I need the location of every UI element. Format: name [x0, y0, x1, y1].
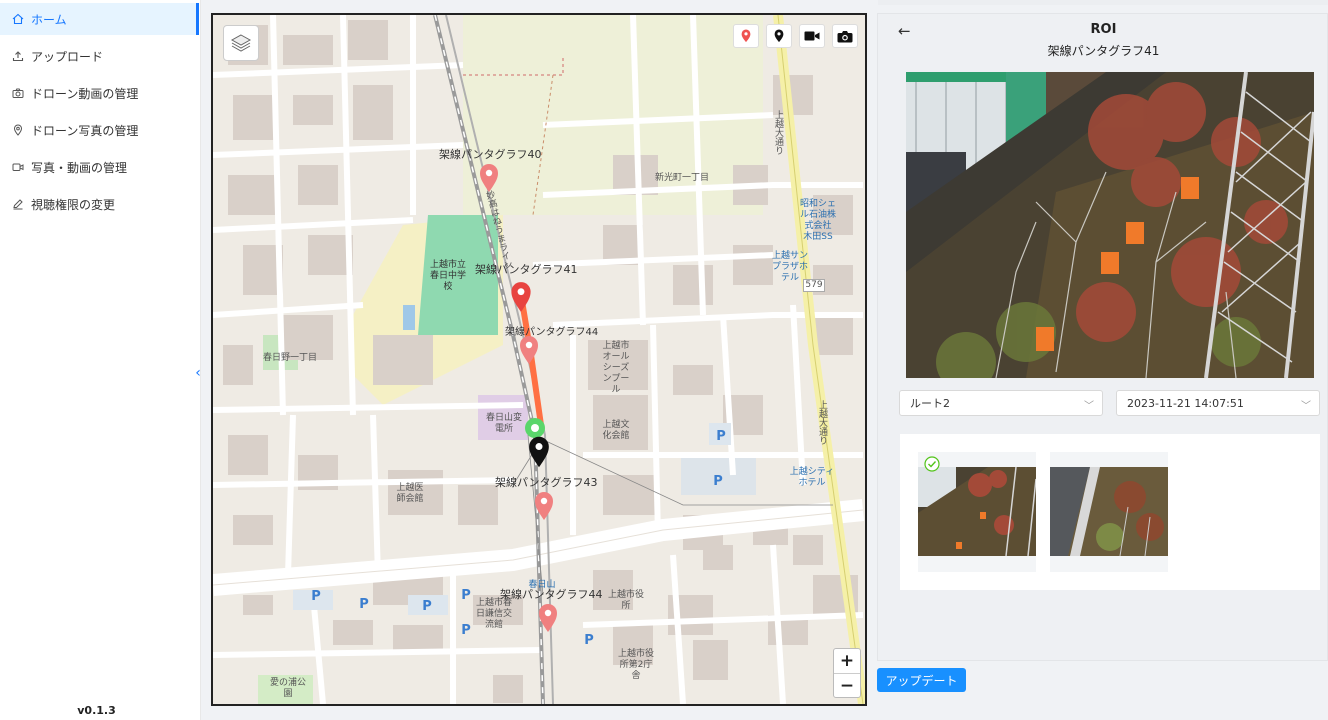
zoom-in-button[interactable]: +: [834, 649, 860, 673]
current-location-button[interactable]: [766, 24, 792, 48]
camera-icon: [837, 30, 853, 42]
zoom-out-button[interactable]: −: [834, 673, 860, 697]
sidebar-item-label: ホーム: [31, 12, 67, 27]
roi-photo: [906, 72, 1314, 378]
marker-pin-40[interactable]: [478, 163, 500, 193]
sidebar-item-home[interactable]: ホーム: [0, 3, 199, 35]
sidebar-item-upload[interactable]: アップロード: [0, 40, 199, 72]
datetime-select[interactable]: 2023-11-21 14:07:51 ﹀: [1116, 390, 1320, 416]
location-icon: [11, 123, 25, 137]
place-label: 上越医 師会館: [396, 483, 424, 504]
sidebar-item-label: ドローン写真の管理: [31, 123, 139, 138]
thumbnail-item[interactable]: [1050, 452, 1168, 572]
parking-icon: P: [359, 596, 369, 612]
place-label: 昭和シェ ル石油株 式会社 木田SS: [799, 199, 836, 242]
chevron-down-icon: ﹀: [1084, 401, 1094, 412]
parking-icon: P: [713, 473, 723, 489]
place-label: 上越市立 春日中学 校: [429, 260, 466, 292]
layers-button[interactable]: [223, 25, 259, 61]
update-button[interactable]: アップデート: [877, 668, 966, 692]
route-select[interactable]: ルート2 ﹀: [899, 390, 1103, 416]
station-label: 春日山: [528, 580, 556, 590]
chevron-down-icon: ﹀: [1301, 401, 1311, 412]
current-position-marker[interactable]: [527, 435, 551, 469]
place-label: 上越市役 所: [607, 590, 644, 611]
sidebar-item-drone-video[interactable]: ドローン動画の管理: [0, 77, 199, 109]
edit-icon: [11, 197, 25, 211]
chevron-left-icon: ‹: [195, 365, 201, 381]
map-view[interactable]: 架線パンタグラフ41 架線パンタグラフ40 架線パンタグラフ43 架線パンタグラ…: [211, 13, 867, 706]
place-label: 上越市 オール シーズ ンプー ル: [602, 341, 630, 395]
roi-panel: ← ROI 架線パンタグラフ41 ルート2 ﹀ 2023-11-21 14:07…: [877, 13, 1328, 661]
avenue-label: 上越大通り: [817, 400, 827, 445]
place-label: 上越シティ ホテル: [789, 467, 835, 488]
parking-icon: P: [311, 588, 321, 604]
marker-pin-43[interactable]: [533, 491, 555, 521]
camera-icon: [11, 86, 25, 100]
marker-label: 架線パンタグラフ41: [475, 263, 578, 276]
place-label: 愛の浦公 園: [269, 678, 306, 699]
check-circle-icon: [924, 456, 940, 472]
marker-label: 架線パンタグラフ43: [495, 476, 598, 489]
place-label: 上越市役 所第2庁 舎: [617, 649, 654, 681]
parking-icon: P: [584, 632, 594, 648]
parking-icon: P: [461, 622, 471, 638]
upload-icon: [11, 49, 25, 63]
version-label: v0.1.3: [77, 704, 116, 717]
place-label: 新光町一丁目: [655, 173, 710, 183]
thumbnail-image: [1050, 467, 1168, 556]
video-camera-icon: [804, 31, 820, 41]
sidebar-item-label: アップロード: [31, 49, 104, 64]
location-pin-red-icon: [741, 29, 751, 43]
home-icon: [11, 12, 25, 26]
route-select-value: ルート2: [910, 397, 950, 410]
sidebar-item-label: 視聴権限の変更: [31, 197, 116, 212]
parking-icon: P: [461, 587, 471, 603]
zoom-control: + −: [833, 648, 861, 698]
place-label: 上越文 化会館: [602, 420, 630, 441]
place-label: 春日山変 電所: [485, 413, 522, 434]
video-button[interactable]: [799, 24, 825, 48]
sidebar-item-permissions[interactable]: 視聴権限の変更: [0, 188, 199, 220]
add-pin-button[interactable]: [733, 24, 759, 48]
sidebar-item-drone-photo[interactable]: ドローン写真の管理: [0, 114, 199, 146]
sidebar-item-media[interactable]: 写真・動画の管理: [0, 151, 199, 183]
layers-icon: [230, 34, 252, 52]
video-icon: [11, 160, 25, 174]
marker-pin-41[interactable]: [509, 281, 533, 313]
thumbnail-image: [918, 467, 1036, 556]
location-pin-black-icon: [774, 29, 784, 43]
panel-subtitle: 架線パンタグラフ41: [1047, 44, 1160, 58]
sidebar: ホーム アップロード ドローン動画の管理 ドローン写真の管理 写真・動画の管理: [0, 0, 201, 720]
datetime-select-value: 2023-11-21 14:07:51: [1127, 396, 1244, 410]
marker-pin-42[interactable]: [518, 335, 540, 365]
photo-button[interactable]: [832, 24, 858, 48]
marker-pin-44[interactable]: [537, 603, 559, 633]
route-shield: 579: [803, 279, 825, 292]
marker-label: 架線パンタグラフ40: [439, 148, 542, 161]
top-strip: [878, 0, 1328, 5]
thumbnail-item[interactable]: [918, 452, 1036, 572]
parking-icon: P: [422, 598, 432, 614]
avenue-label: 上越大通り: [773, 110, 783, 155]
collapse-sidebar-button[interactable]: ‹: [190, 364, 206, 382]
parking-icon: P: [716, 428, 726, 444]
place-label: 春日野一丁目: [263, 353, 318, 363]
sidebar-item-label: 写真・動画の管理: [31, 160, 128, 175]
thumbnail-list: [900, 434, 1320, 590]
sidebar-item-label: ドローン動画の管理: [31, 86, 139, 101]
panel-title: ROI: [1090, 22, 1117, 37]
